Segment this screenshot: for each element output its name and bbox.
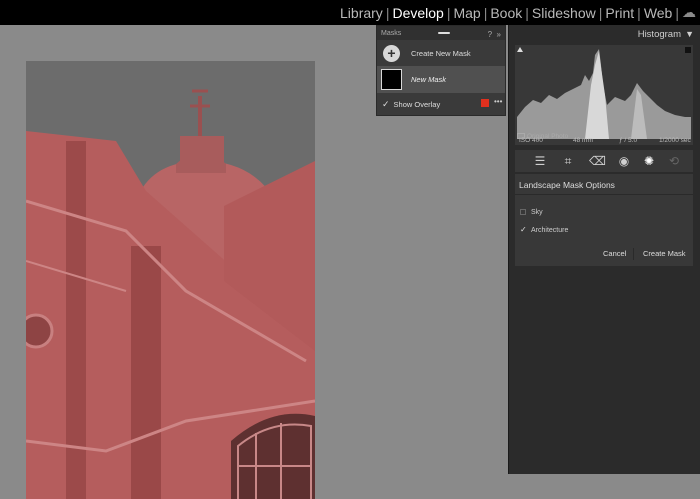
histogram-graph — [517, 47, 691, 139]
redeye-icon[interactable]: ◉ — [617, 154, 631, 168]
help-icon[interactable]: ? — [488, 30, 492, 39]
focal-length-value: 48 mm — [573, 137, 593, 144]
masks-header[interactable]: Masks ? » — [377, 26, 505, 40]
show-overlay-row: ✓ Show Overlay ••• — [377, 93, 505, 115]
crop-icon[interactable]: ⌗ — [561, 154, 575, 168]
collapse-triangle-icon[interactable]: ▼ — [685, 29, 694, 39]
module-print[interactable]: Print — [602, 5, 637, 21]
masks-panel: Masks ? » + Create New Mask New Mask ✓ S… — [376, 25, 506, 116]
module-map[interactable]: Map — [450, 5, 483, 21]
photo-image — [26, 61, 315, 499]
heal-icon[interactable]: ⌫ — [589, 154, 606, 168]
masking-icon[interactable]: ✺ — [642, 154, 656, 168]
cancel-button[interactable]: Cancel — [603, 249, 626, 258]
sky-checkbox[interactable] — [520, 209, 526, 216]
shutter-value: 1/2000 sec — [659, 137, 691, 144]
settings-icon[interactable]: ⟲ — [667, 154, 681, 168]
landscape-options-title: Landscape Mask Options — [519, 180, 615, 190]
histogram[interactable]: ISO 400 48 mm ƒ / 5.0 1/2000 sec — [515, 45, 693, 145]
create-new-mask-label[interactable]: Create New Mask — [411, 49, 471, 58]
aperture-value: ƒ / 5.0 — [619, 137, 638, 144]
mask-thumbnail[interactable] — [381, 69, 402, 90]
button-divider — [633, 248, 634, 260]
module-slideshow[interactable]: Slideshow — [529, 5, 599, 21]
overlay-color-swatch[interactable] — [481, 99, 489, 107]
histogram-header[interactable]: Histogram ▼ — [509, 25, 700, 43]
image-canvas[interactable]: Masks ? » + Create New Mask New Mask ✓ S… — [0, 25, 508, 499]
sky-label[interactable]: Sky — [531, 209, 543, 216]
sky-option[interactable]: Sky — [520, 209, 543, 216]
create-mask-button[interactable]: Create Mask — [643, 249, 686, 258]
cloud-icon[interactable]: ☁ — [682, 4, 696, 21]
histogram-title[interactable]: Histogram — [638, 29, 681, 40]
module-picker: Library | Develop | Map | Book | Slidesh… — [337, 0, 700, 25]
mask-list-item[interactable]: New Mask — [377, 66, 505, 93]
original-photo-icon — [517, 133, 525, 139]
landscape-mask-options: Landscape Mask Options Sky ✓ Architecture… — [515, 174, 693, 266]
module-web[interactable]: Web — [641, 5, 676, 21]
right-panel: Histogram ▼ ISO 400 48 mm ƒ / 5.0 1/2000… — [508, 25, 700, 474]
module-library[interactable]: Library — [337, 5, 386, 21]
architecture-checkbox[interactable]: ✓ — [520, 225, 527, 234]
drag-handle[interactable] — [438, 32, 451, 34]
photo-preview[interactable] — [26, 61, 315, 499]
module-bar: Library | Develop | Map | Book | Slidesh… — [0, 0, 700, 25]
plus-icon[interactable]: + — [383, 44, 400, 62]
collapse-icon[interactable]: » — [497, 30, 501, 39]
masks-title: Masks — [381, 29, 402, 37]
tool-strip: ☰ ⌗ ⌫ ◉ ✺ ⟲ — [515, 150, 693, 172]
module-develop[interactable]: Develop — [389, 5, 446, 21]
architecture-option[interactable]: ✓ Architecture — [520, 225, 568, 234]
divider — [515, 194, 693, 195]
module-book[interactable]: Book — [487, 5, 525, 21]
original-photo-label: Original Photo — [527, 133, 569, 140]
mask-name[interactable]: New Mask — [411, 75, 446, 84]
show-overlay-checkbox[interactable]: ✓ — [382, 99, 390, 110]
show-overlay-label[interactable]: Show Overlay — [394, 100, 441, 109]
architecture-label[interactable]: Architecture — [531, 227, 568, 234]
create-new-mask-button[interactable]: + Create New Mask — [377, 40, 505, 66]
module-separator: | — [675, 4, 679, 21]
more-options-icon[interactable]: ••• — [494, 97, 502, 106]
sliders-icon[interactable]: ☰ — [533, 154, 547, 168]
